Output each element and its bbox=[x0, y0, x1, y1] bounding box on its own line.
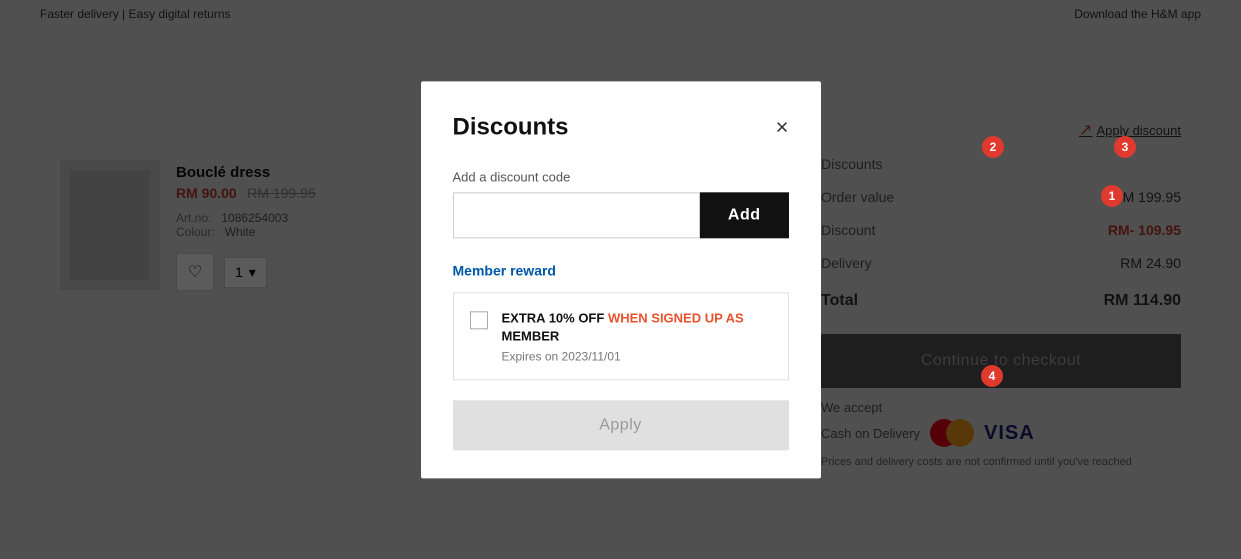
badge-2: 2 bbox=[982, 136, 1004, 158]
reward-checkbox[interactable] bbox=[470, 311, 488, 329]
badge-1: 1 bbox=[1101, 185, 1123, 207]
badge-4: 4 bbox=[981, 365, 1003, 387]
reward-expiry: Expires on 2023/11/01 bbox=[502, 349, 772, 363]
discounts-modal: Discounts × Add a discount code Add Memb… bbox=[421, 81, 821, 478]
apply-button[interactable]: Apply bbox=[453, 400, 789, 450]
add-discount-button[interactable]: Add bbox=[700, 192, 789, 238]
member-reward-label: Member reward bbox=[453, 262, 789, 278]
discount-code-input[interactable] bbox=[453, 192, 700, 238]
reward-title-part1: EXTRA 10% OFF bbox=[502, 310, 608, 325]
modal-title: Discounts bbox=[453, 113, 569, 141]
modal-header: Discounts × bbox=[453, 113, 789, 141]
reward-title: EXTRA 10% OFF WHEN SIGNED UP AS MEMBER bbox=[502, 309, 772, 345]
modal-close-button[interactable]: × bbox=[776, 116, 789, 138]
reward-card: EXTRA 10% OFF WHEN SIGNED UP AS MEMBER E… bbox=[453, 292, 789, 380]
reward-title-highlight: WHEN SIGNED UP AS bbox=[608, 310, 744, 325]
discount-section-label: Add a discount code bbox=[453, 169, 789, 184]
discount-input-row: Add bbox=[453, 192, 789, 238]
badge-3: 3 bbox=[1114, 136, 1136, 158]
reward-title-part2: MEMBER bbox=[502, 328, 560, 343]
reward-text: EXTRA 10% OFF WHEN SIGNED UP AS MEMBER E… bbox=[502, 309, 772, 363]
